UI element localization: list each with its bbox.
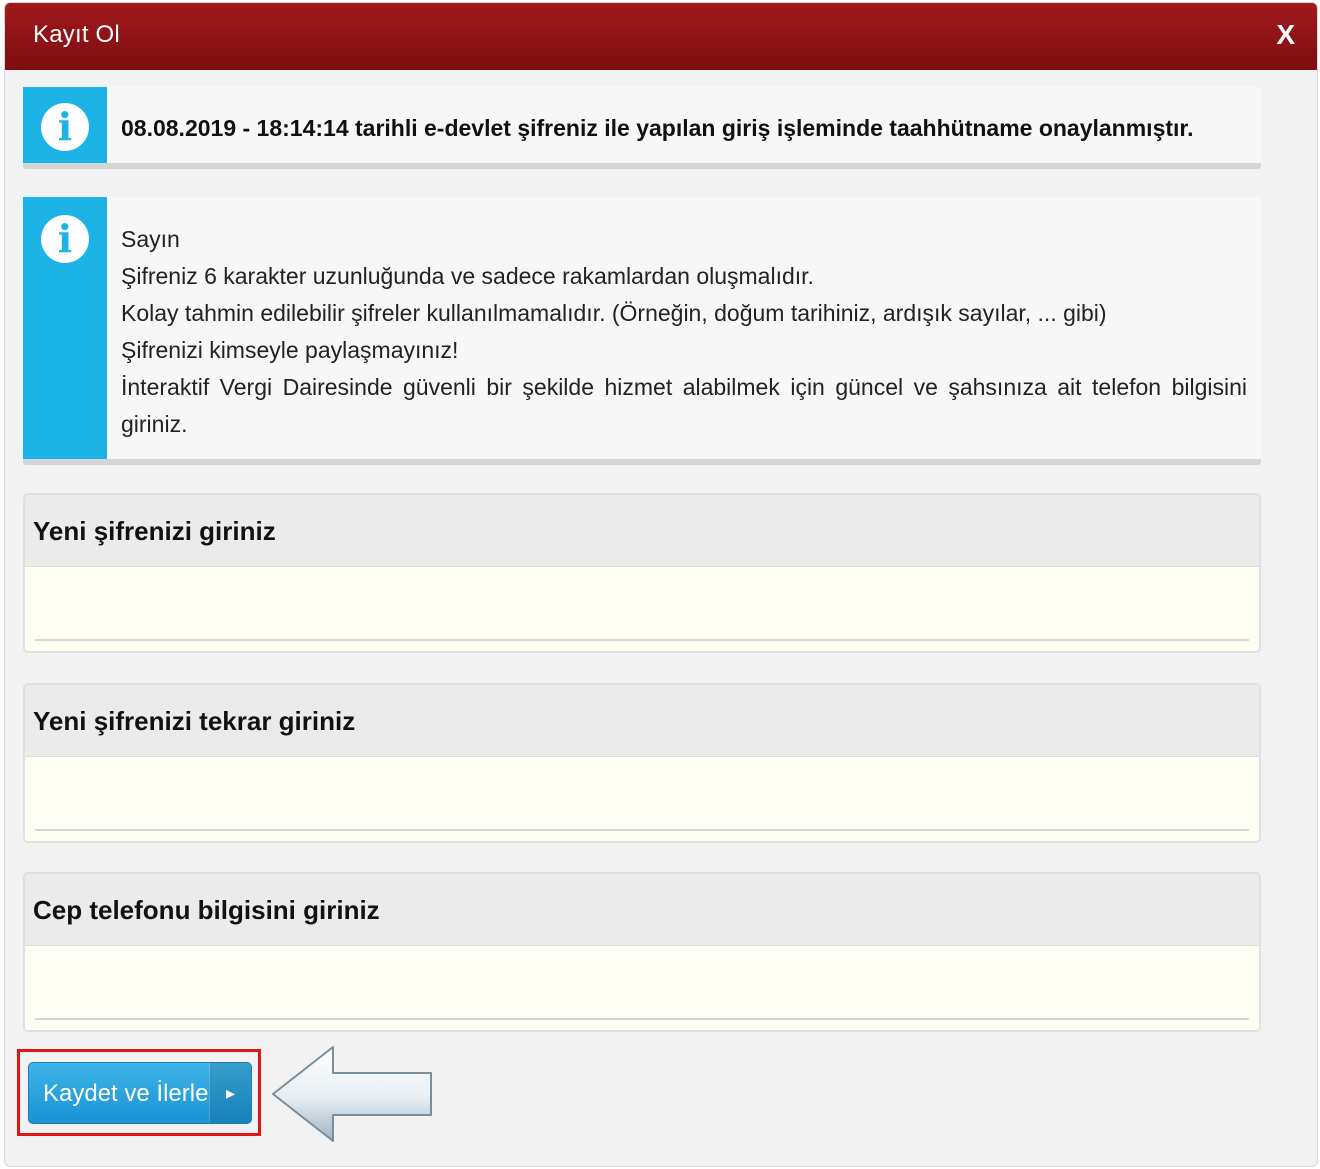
rule-line: Şifrenizi kimseyle paylaşmayınız! <box>121 337 459 363</box>
greeting-text: Sayın <box>121 226 180 252</box>
new-password-label: Yeni şifrenizi giriniz <box>25 495 1259 567</box>
save-button-highlight: Kaydet ve İlerle ▸ <box>17 1049 261 1136</box>
phone-label: Cep telefonu bilgisini giriniz <box>25 874 1259 946</box>
new-password-panel: Yeni şifrenizi giriniz <box>23 493 1261 653</box>
dialog-titlebar: Kayıt Ol X <box>5 3 1317 70</box>
close-button[interactable]: X <box>1276 21 1295 49</box>
new-password-input[interactable] <box>35 571 1249 641</box>
phone-panel: Cep telefonu bilgisini giriniz <box>23 872 1261 1032</box>
rule-line: Kolay tahmin edilebilir şifreler kullanı… <box>121 300 1107 326</box>
info-rules-text: Sayın Şifreniz 6 karakter uzunluğunda ve… <box>121 221 1247 443</box>
left-arrow-icon <box>272 1046 432 1142</box>
repeat-password-label: Yeni şifrenizi tekrar giriniz <box>25 685 1259 757</box>
info-stripe: i <box>23 87 107 163</box>
repeat-password-panel: Yeni şifrenizi tekrar giriniz <box>23 683 1261 843</box>
info-notice-text: 08.08.2019 - 18:14:14 tarihli e-devlet ş… <box>121 115 1194 141</box>
save-and-continue-button[interactable]: Kaydet ve İlerle ▸ <box>28 1062 252 1124</box>
register-dialog: Kayıt Ol X i 08.08.2019 - 18:14:14 tarih… <box>4 2 1318 1167</box>
chevron-right-icon: ▸ <box>209 1063 251 1123</box>
rule-line: Şifreniz 6 karakter uzunluğunda ve sadec… <box>121 263 814 289</box>
repeat-password-input[interactable] <box>35 761 1249 831</box>
info-stripe: i <box>23 197 107 459</box>
phone-input[interactable] <box>35 950 1249 1020</box>
save-button-label: Kaydet ve İlerle <box>43 1080 209 1107</box>
info-rules-box: i Sayın Şifreniz 6 karakter uzunluğunda … <box>23 197 1261 465</box>
rule-line: İnteraktif Vergi Dairesinde güvenli bir … <box>121 374 1247 437</box>
info-icon: i <box>41 103 89 151</box>
info-icon: i <box>41 215 89 263</box>
info-notice-box: i 08.08.2019 - 18:14:14 tarihli e-devlet… <box>23 87 1261 169</box>
dialog-title: Kayıt Ol <box>33 21 120 48</box>
